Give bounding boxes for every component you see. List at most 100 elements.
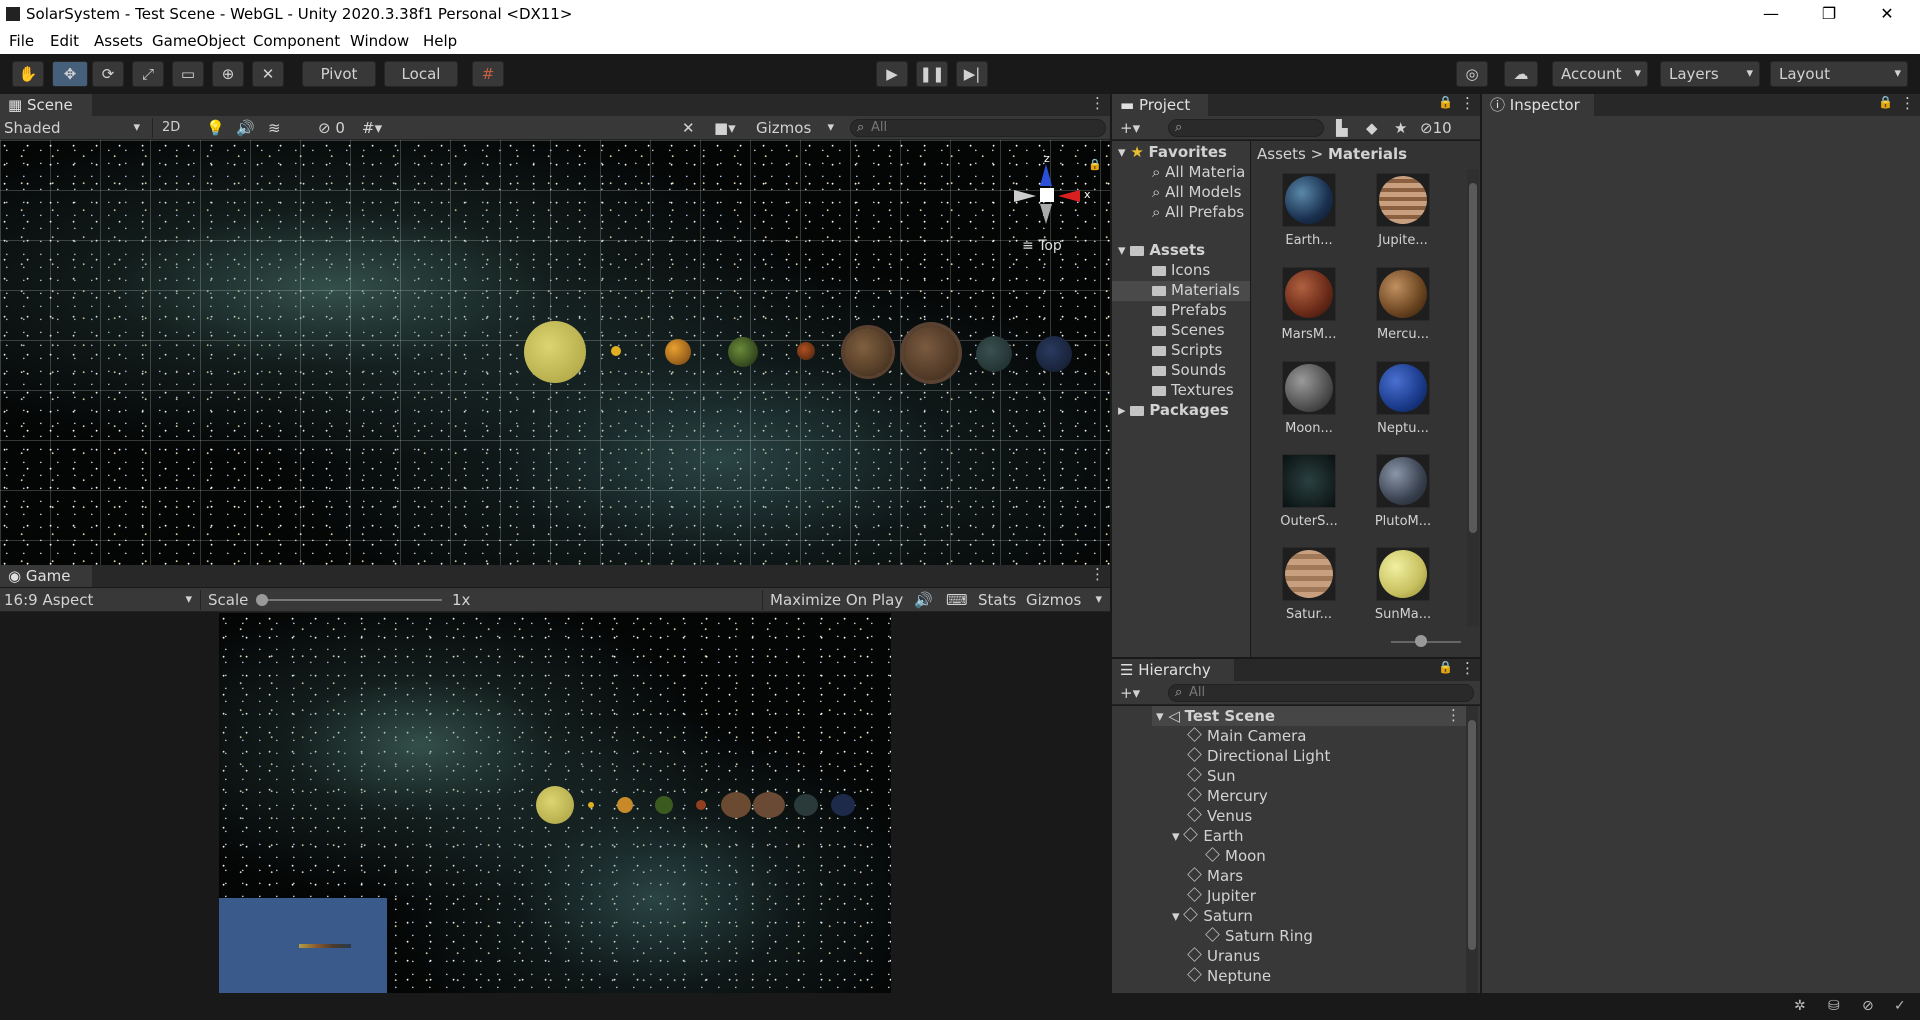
camera-icon[interactable]: ■▾ (714, 116, 736, 140)
hierarchy-scrollbar[interactable] (1466, 706, 1478, 993)
hierarchy-item-venus[interactable]: Venus (1187, 806, 1252, 826)
aspect-dropdown[interactable]: 16:9 Aspect (4, 588, 198, 612)
rotate-tool-icon[interactable]: ⟳ (92, 61, 124, 87)
pause-button[interactable]: ❚❚ (916, 61, 948, 87)
debug-icon[interactable]: ✲ (1794, 998, 1806, 1014)
hierarchy-add-icon[interactable]: +▾ (1120, 681, 1140, 705)
project-add-icon[interactable]: +▾ (1120, 116, 1140, 140)
saturn-sphere[interactable] (904, 326, 958, 380)
tab-game[interactable]: ◉ Game (0, 565, 92, 587)
hierarchy-item-jupiter[interactable]: Jupiter (1187, 886, 1256, 906)
hierarchy-item-earth[interactable]: ▾ Earth (1172, 826, 1244, 846)
hierarchy-item-saturn-ring[interactable]: Saturn Ring (1205, 926, 1313, 946)
scene-search-input[interactable]: All (850, 119, 1106, 137)
inspector-more-icon[interactable]: ⋮ (1900, 94, 1915, 112)
grid-toggle-icon[interactable]: #▾ (362, 116, 382, 140)
stats-toggle[interactable]: Stats (978, 588, 1016, 612)
breadcrumb-materials[interactable]: Materials (1328, 145, 1407, 163)
rect-tool-icon[interactable]: ▭ (172, 61, 204, 87)
maximize-button[interactable]: ❐ (1800, 0, 1858, 28)
folder-materials[interactable]: Materials (1152, 281, 1240, 299)
tab-hierarchy[interactable]: ☰ Hierarchy (1112, 659, 1234, 681)
folder-sounds[interactable]: Sounds (1152, 361, 1226, 379)
search-by-label-icon[interactable]: ◆ (1366, 116, 1378, 140)
gizmo-center-cube[interactable] (1040, 188, 1054, 202)
cache-server-icon[interactable]: ⛁ (1828, 998, 1840, 1014)
inspector-lock-icon[interactable]: 🔒 (1878, 95, 1893, 109)
play-button[interactable]: ▶ (876, 61, 908, 87)
move-tool-icon[interactable]: ✥ (52, 61, 88, 87)
material-neptune-thumb[interactable] (1376, 361, 1430, 415)
hierarchy-item-uranus[interactable]: Uranus (1187, 946, 1260, 966)
material-mercury-thumb[interactable] (1376, 267, 1430, 321)
snap-increment-icon[interactable]: # (472, 61, 504, 87)
favorite-all-prefabs[interactable]: ⌕ All Prefabs (1152, 203, 1244, 221)
hierarchy-item-neptune[interactable]: Neptune (1187, 966, 1271, 986)
hierarchy-more-icon[interactable]: ⋮ (1460, 659, 1475, 677)
scene-gizmos-dropdown[interactable]: Gizmos (756, 116, 840, 140)
account-dropdown[interactable]: Account (1552, 61, 1648, 87)
menu-help[interactable]: Help (423, 32, 457, 50)
mercury-sphere[interactable] (611, 346, 621, 356)
hierarchy-scroll-thumb[interactable] (1468, 720, 1476, 950)
uranus-sphere[interactable] (976, 336, 1012, 372)
hierarchy-item-moon[interactable]: Moon (1205, 846, 1266, 866)
menu-file[interactable]: File (9, 32, 34, 50)
menu-edit[interactable]: Edit (50, 32, 79, 50)
keyboard-icon[interactable]: ⌨ (946, 588, 968, 612)
favorite-all-models[interactable]: ⌕ All Models (1152, 183, 1241, 201)
scale-slider-handle[interactable] (256, 594, 268, 606)
scene-root[interactable]: ▾ ◁ Test Scene (1156, 706, 1275, 726)
lighting-toggle-icon[interactable]: 💡 (206, 116, 225, 140)
project-scrollbar[interactable] (1467, 169, 1479, 627)
transform-tool-icon[interactable]: ⊕ (212, 61, 244, 87)
material-earth-thumb[interactable] (1282, 173, 1336, 227)
menu-component[interactable]: Component (253, 32, 340, 50)
scene-more-icon[interactable]: ⋮ (1090, 94, 1105, 112)
menu-window[interactable]: Window (350, 32, 409, 50)
game-more-icon[interactable]: ⋮ (1090, 565, 1105, 583)
tab-project[interactable]: ▬ Project (1112, 94, 1208, 116)
breadcrumb-assets[interactable]: Assets (1257, 145, 1306, 163)
scale-tool-icon[interactable]: ⤢ (132, 61, 164, 87)
lock-icon[interactable]: 🔒 (1088, 158, 1102, 171)
layout-dropdown[interactable]: Layout (1770, 61, 1908, 87)
scale-slider-track[interactable] (262, 599, 442, 601)
folder-prefabs[interactable]: Prefabs (1152, 301, 1227, 319)
shading-dropdown[interactable]: Shaded (4, 116, 146, 140)
x-axis-cone-icon[interactable] (1058, 190, 1080, 202)
favorites-header[interactable]: ▾ ★ Favorites (1118, 143, 1227, 161)
material-mars-thumb[interactable] (1282, 267, 1336, 321)
game-gizmos-dropdown[interactable]: Gizmos (1026, 588, 1108, 612)
collab-icon[interactable]: ◎ (1456, 61, 1488, 87)
minimize-button[interactable]: — (1742, 0, 1800, 28)
venus-sphere[interactable] (665, 339, 691, 365)
sun-sphere[interactable] (524, 321, 586, 383)
hierarchy-item-directional-light[interactable]: Directional Light (1187, 746, 1330, 766)
hand-tool-icon[interactable]: ✋ (12, 61, 44, 87)
hierarchy-item-main-camera[interactable]: Main Camera (1187, 726, 1306, 746)
neg-z-axis-cone-icon[interactable] (1040, 204, 1052, 224)
material-jupiter-thumb[interactable] (1376, 173, 1430, 227)
check-icon[interactable]: ✓ (1894, 998, 1906, 1014)
hierarchy-search-input[interactable]: All (1168, 684, 1474, 702)
material-moon-thumb[interactable] (1282, 361, 1336, 415)
material-saturn-thumb[interactable] (1282, 547, 1336, 601)
project-more-icon[interactable]: ⋮ (1460, 94, 1475, 112)
maximize-on-play-toggle[interactable]: Maximize On Play (770, 588, 903, 612)
z-axis-cone-icon[interactable] (1040, 164, 1052, 186)
project-search-input[interactable] (1168, 119, 1324, 137)
material-sun-thumb[interactable] (1376, 547, 1430, 601)
cloud-icon[interactable]: ☁ (1504, 61, 1538, 87)
favorite-star-icon[interactable]: ★ (1394, 116, 1407, 140)
project-scroll-thumb[interactable] (1469, 183, 1477, 533)
favorite-all-materials[interactable]: ⌕ All Materia (1152, 163, 1245, 181)
packages-header[interactable]: ▸ Packages (1118, 401, 1229, 419)
close-button[interactable]: ✕ (1858, 0, 1916, 28)
neptune-sphere[interactable] (1036, 336, 1072, 372)
neg-x-axis-cone-icon[interactable] (1014, 190, 1036, 202)
hierarchy-lock-icon[interactable]: 🔒 (1438, 660, 1453, 674)
hierarchy-item-mars[interactable]: Mars (1187, 866, 1243, 886)
folder-scripts[interactable]: Scripts (1152, 341, 1222, 359)
folder-scenes[interactable]: Scenes (1152, 321, 1225, 339)
